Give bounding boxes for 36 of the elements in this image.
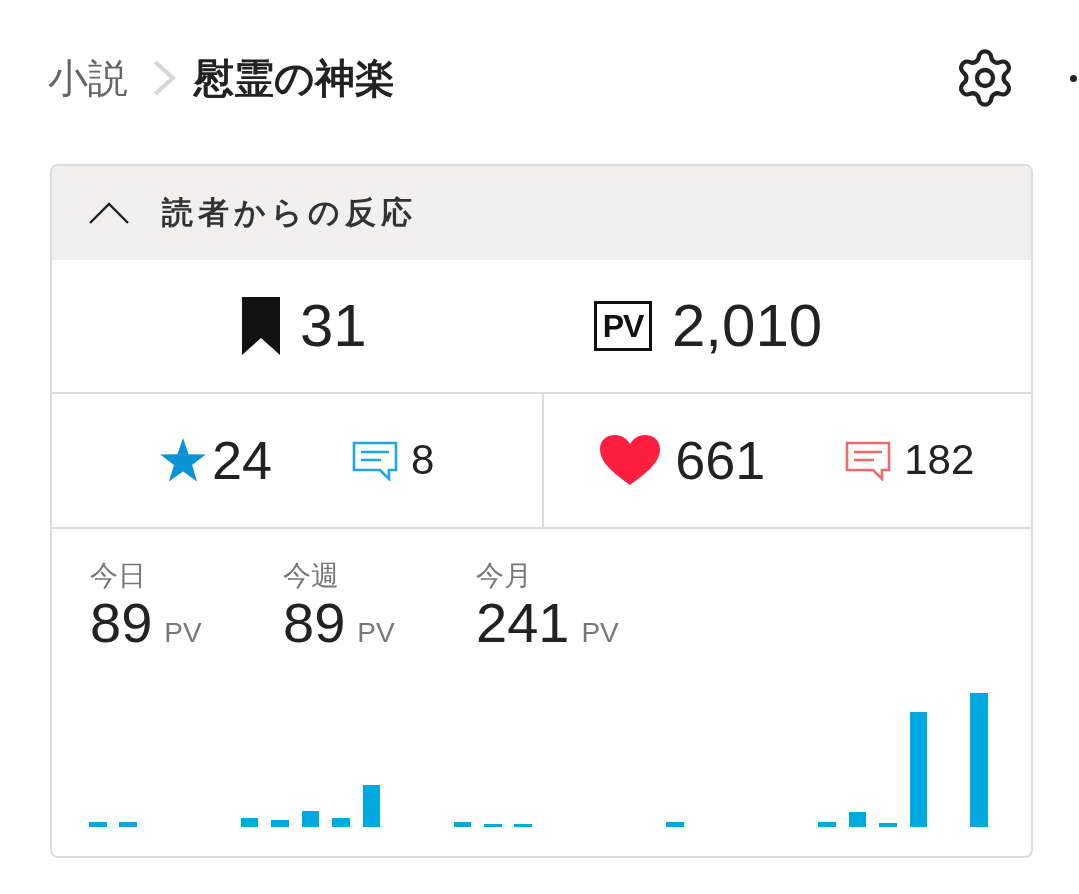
chart-bar bbox=[362, 785, 380, 827]
page-views-label: PV bbox=[594, 301, 652, 351]
comment-count: 182 bbox=[904, 437, 975, 484]
comment-count: 8 bbox=[411, 437, 435, 484]
breadcrumb-link[interactable]: 小説 bbox=[48, 56, 128, 100]
reactions-toggle[interactable]: 読者からの反応 bbox=[52, 166, 1031, 260]
chart-bar bbox=[514, 824, 532, 827]
total-count: 31 bbox=[300, 293, 367, 359]
unit-label: PV bbox=[357, 616, 395, 650]
chart-bar bbox=[879, 823, 897, 827]
dot-icon[interactable] bbox=[1070, 74, 1077, 82]
reaction-count: 661 bbox=[675, 430, 766, 491]
bookmark-icon bbox=[242, 297, 280, 355]
chart-bar bbox=[818, 822, 836, 827]
chart-bar bbox=[484, 824, 502, 827]
chart-bar bbox=[119, 822, 137, 827]
chart-bar bbox=[453, 822, 472, 827]
reaction-count: 24 bbox=[212, 430, 273, 491]
chart-bar bbox=[271, 820, 289, 827]
total-count: 2,010 bbox=[672, 293, 823, 359]
page-view-count: 89 bbox=[283, 593, 346, 653]
page-title: 慰霊の神楽 bbox=[194, 56, 395, 100]
unit-label: PV bbox=[164, 616, 202, 650]
period-label: 今週 bbox=[283, 559, 339, 593]
chart-bar bbox=[240, 818, 259, 827]
chevron-right-icon bbox=[152, 59, 176, 97]
chart-bar bbox=[89, 822, 107, 827]
period-label: 今月 bbox=[476, 559, 532, 593]
chart-bar bbox=[332, 818, 350, 827]
chart-bar bbox=[848, 812, 867, 827]
page-view-count: 241 bbox=[476, 593, 570, 653]
chart-bar bbox=[666, 822, 684, 827]
page-view-count: 89 bbox=[90, 593, 153, 653]
chart-bar bbox=[301, 811, 320, 827]
period-label: 今日 bbox=[90, 559, 146, 593]
unit-label: PV bbox=[581, 616, 619, 650]
